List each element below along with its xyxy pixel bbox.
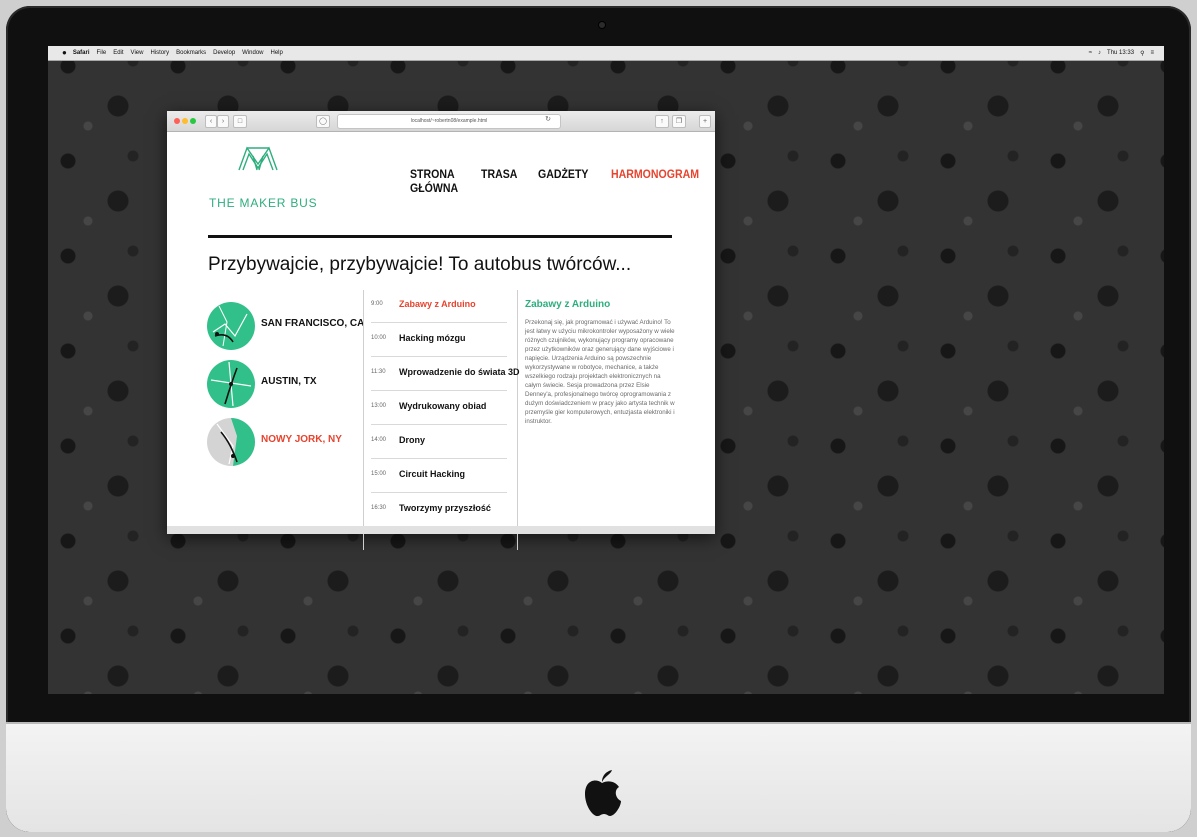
schedule-list: 9:00 Zabawy z Arduino 10:00 Hacking mózg… [371,289,520,526]
menu-history[interactable]: History [150,50,169,56]
address-bar[interactable]: localhost/~robertn08/example.html [337,114,561,129]
schedule-item[interactable]: 10:00 Hacking mózgu [371,323,507,357]
apple-logo-icon [585,770,621,817]
schedule-time: 9:00 [371,301,383,307]
camera-icon [599,22,605,28]
map-icon [207,360,255,408]
location-name[interactable]: SAN FRANCISCO, CA [261,318,364,329]
location-name[interactable]: NOWY JORK, NY [261,434,342,445]
menu-help[interactable]: Help [271,50,283,56]
volume-icon[interactable]: ♪ [1098,50,1101,56]
location-item[interactable]: SAN FRANCISCO, CA [207,302,364,360]
schedule-time: 11:30 [371,369,386,375]
schedule-title[interactable]: Wydrukowany obiad [399,401,486,411]
session-title: Zabawy z Arduino [525,299,611,310]
menu-view[interactable]: View [131,50,144,56]
spotlight-search-icon[interactable]: ⚲ [1140,50,1144,57]
browser-toolbar: ‹ › □ ◯ localhost/~robertn08/example.htm… [167,111,715,132]
schedule-time: 14:00 [371,437,387,443]
close-window-button[interactable] [174,118,180,124]
schedule-item[interactable]: 9:00 Zabawy z Arduino [371,289,507,323]
privacy-report-icon[interactable]: ◯ [316,115,330,128]
nav-route[interactable]: TRASA [481,167,517,195]
imac-chin [6,722,1191,832]
schedule-time: 15:00 [371,471,387,477]
apple-menu-icon[interactable]: ● [62,49,67,57]
menu-file[interactable]: File [97,50,107,56]
page-headline: Przybywajcie, przybywajcie! To autobus t… [208,254,632,275]
new-tab-button[interactable]: + [699,115,711,128]
minimize-window-button[interactable] [182,118,188,124]
browser-bottom-edge [167,526,715,534]
schedule-item[interactable]: 15:00 Circuit Hacking [371,459,507,493]
header-divider [208,235,672,238]
schedule-time: 10:00 [371,335,387,341]
map-icon [207,302,255,350]
site-logo-text[interactable]: THE MAKER BUS [209,196,317,210]
schedule-item[interactable]: 14:00 Drony [371,425,507,459]
desktop-screen: ● Safari File Edit View History Bookmark… [48,46,1164,694]
nav-schedule[interactable]: HARMONOGRAM [611,167,699,195]
notification-center-icon[interactable]: ≡ [1150,50,1154,56]
schedule-item[interactable]: 11:30 Wprowadzenie do świata 3D [371,357,520,391]
tabs-overview-button[interactable]: ❐ [672,115,686,128]
locations-list: SAN FRANCISCO, CA AUSTIN, TX NOWY JORK, … [207,302,364,476]
nav-home[interactable]: STRONA GŁÓWNA [410,167,458,195]
schedule-item[interactable]: 16:30 Tworzymy przyszłość [371,493,507,526]
session-detail: Zabawy z Arduino Przekonaj się, jak prog… [525,299,675,426]
web-page: THE MAKER BUS STRONA GŁÓWNA TRASA GADŻET… [167,132,715,550]
location-item[interactable]: NOWY JORK, NY [207,418,357,476]
safari-window: ‹ › □ ◯ localhost/~robertn08/example.htm… [167,111,715,550]
schedule-title[interactable]: Drony [399,435,425,445]
schedule-title[interactable]: Tworzymy przyszłość [399,503,491,513]
menu-app-name[interactable]: Safari [73,50,90,56]
menu-bookmarks[interactable]: Bookmarks [176,50,206,56]
reload-icon[interactable]: ↻ [543,114,553,125]
share-button[interactable]: ↑ [655,115,669,128]
location-item[interactable]: AUSTIN, TX [207,360,357,418]
nav-gadgets[interactable]: GADŻETY [538,167,588,195]
schedule-time: 16:30 [371,505,387,511]
schedule-title[interactable]: Zabawy z Arduino [399,299,476,309]
imac-frame: ● Safari File Edit View History Bookmark… [6,6,1191,832]
mac-menu-bar: ● Safari File Edit View History Bookmark… [48,46,1164,61]
menu-status-area: ≈ ♪ Thu 13:33 ⚲ ≡ [1083,50,1154,57]
menu-edit[interactable]: Edit [113,50,123,56]
schedule-title[interactable]: Hacking mózgu [399,333,466,343]
column-divider [363,290,364,550]
menu-window[interactable]: Window [242,50,263,56]
session-description: Przekonaj się, jak programować i używać … [525,319,675,425]
location-name[interactable]: AUSTIN, TX [261,376,317,387]
schedule-title[interactable]: Wprowadzenie do świata 3D [399,367,520,377]
zoom-window-button[interactable] [190,118,196,124]
menu-clock[interactable]: Thu 13:33 [1107,50,1134,56]
schedule-time: 13:00 [371,403,387,409]
maker-bus-logo-icon[interactable] [237,146,279,172]
column-divider [517,290,518,550]
schedule-item[interactable]: 13:00 Wydrukowany obiad [371,391,507,425]
wifi-icon[interactable]: ≈ [1089,50,1092,56]
main-nav: STRONA GŁÓWNA TRASA GADŻETY HARMONOGRAM [410,167,727,195]
menu-develop[interactable]: Develop [213,50,235,56]
back-button[interactable]: ‹ [205,115,217,128]
schedule-title[interactable]: Circuit Hacking [399,469,465,479]
map-icon [207,418,255,466]
sidebar-toggle-button[interactable]: □ [233,115,247,128]
forward-button[interactable]: › [217,115,229,128]
